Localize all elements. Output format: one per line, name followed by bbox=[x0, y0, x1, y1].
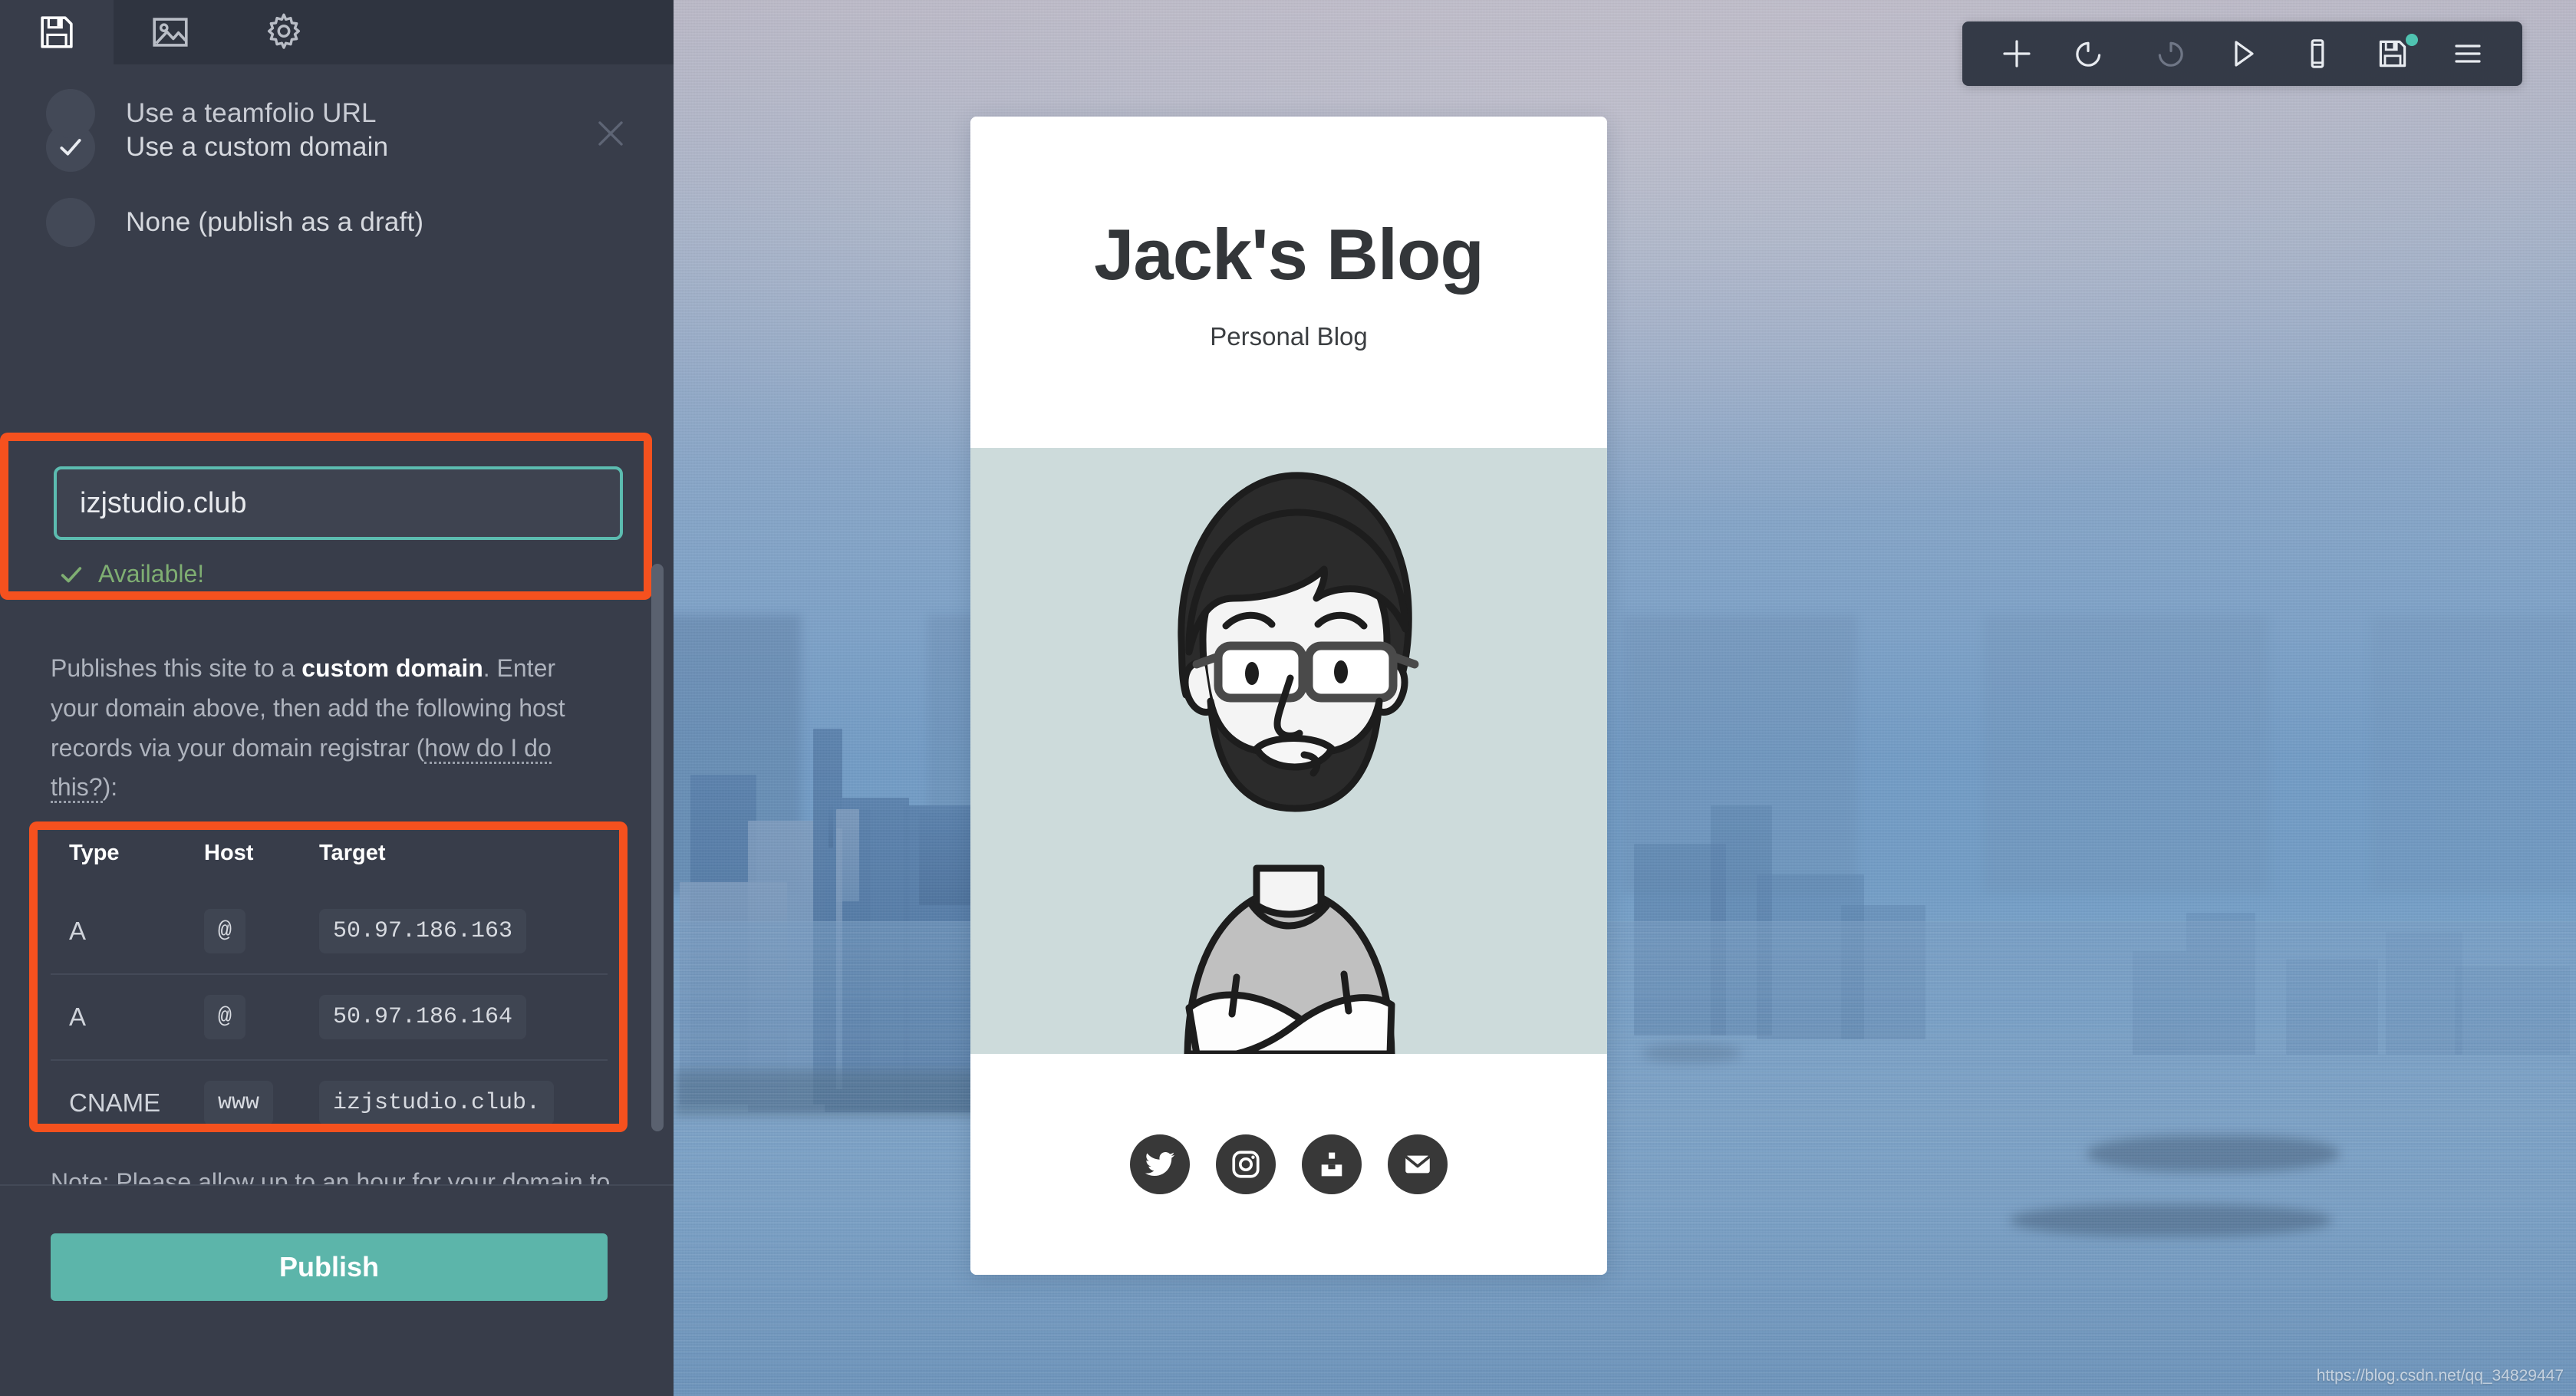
envelope-icon bbox=[1405, 1155, 1431, 1174]
panel-scroll-area: Use a teamfolio URL Use a custom domain … bbox=[0, 64, 674, 1184]
instagram-button[interactable] bbox=[1216, 1134, 1276, 1194]
hamburger-icon bbox=[2455, 44, 2481, 63]
option-teamfolio-url[interactable]: Use a teamfolio URL bbox=[0, 78, 674, 146]
plus-icon bbox=[2003, 40, 2031, 67]
option-none-draft[interactable]: None (publish as a draft) bbox=[0, 187, 674, 258]
upload-button[interactable] bbox=[1302, 1134, 1362, 1194]
twitter-button[interactable] bbox=[1130, 1134, 1190, 1194]
radio-teamfolio-url[interactable] bbox=[46, 89, 95, 138]
record-host-cell: @ bbox=[204, 973, 319, 1060]
record-target[interactable]: izjstudio.club. bbox=[319, 1081, 555, 1125]
undo-icon bbox=[2076, 41, 2101, 67]
availability-status: Available! bbox=[54, 560, 623, 588]
hero-illustration bbox=[970, 448, 1607, 1054]
save-button[interactable] bbox=[2355, 21, 2430, 86]
panel-tab-bar bbox=[0, 0, 674, 64]
floppy-disk-icon bbox=[41, 16, 73, 48]
site-preview-card[interactable]: Jack's Blog Personal Blog bbox=[970, 117, 1607, 1275]
image-icon bbox=[153, 18, 188, 47]
table-row: A @ 50.97.186.164 bbox=[51, 973, 608, 1060]
menu-button[interactable] bbox=[2430, 21, 2505, 86]
gear-icon bbox=[267, 13, 301, 49]
record-type: A bbox=[69, 917, 87, 945]
record-target-cell: 50.97.186.164 bbox=[319, 973, 608, 1060]
preview-button[interactable] bbox=[2205, 21, 2280, 86]
dns-records-table: Type Host Target A @ 50.97.186.163 A @ 5… bbox=[51, 841, 608, 1145]
watermark-url: https://blog.csdn.net/qq_34829447 bbox=[2316, 1367, 2564, 1384]
column-header-target: Target bbox=[319, 841, 386, 865]
device-preview-button[interactable] bbox=[2280, 21, 2355, 86]
record-type: CNAME bbox=[51, 1059, 204, 1145]
record-target-cell: 50.97.186.163 bbox=[319, 889, 608, 974]
close-panel-button[interactable] bbox=[591, 114, 631, 153]
desc-part1: Publishes this site to a bbox=[51, 654, 302, 682]
instagram-icon bbox=[1232, 1151, 1260, 1178]
close-icon bbox=[598, 121, 623, 146]
option-label: None (publish as a draft) bbox=[126, 207, 424, 237]
editor-toolbar bbox=[1962, 21, 2522, 86]
scrollbar-thumb[interactable] bbox=[651, 564, 664, 1131]
email-button[interactable] bbox=[1388, 1134, 1448, 1194]
redo-icon bbox=[2158, 41, 2183, 67]
publish-button[interactable]: Publish bbox=[51, 1233, 608, 1301]
record-target-cell: izjstudio.club. bbox=[319, 1059, 608, 1145]
column-header-type: Type bbox=[69, 841, 120, 865]
domain-field-group: Available! bbox=[54, 466, 623, 588]
social-links-row bbox=[970, 1054, 1607, 1275]
option-label: Use a teamfolio URL bbox=[126, 98, 377, 128]
record-host[interactable]: www bbox=[204, 1081, 274, 1125]
record-host[interactable]: @ bbox=[204, 909, 246, 953]
upload-box-icon bbox=[1321, 1152, 1342, 1177]
card-header: Jack's Blog Personal Blog bbox=[970, 117, 1607, 448]
tab-save[interactable] bbox=[0, 0, 114, 64]
desc-part3: ): bbox=[102, 773, 118, 802]
site-title: Jack's Blog bbox=[1094, 214, 1484, 295]
cartoon-avatar-icon bbox=[1178, 472, 1419, 1054]
record-target[interactable]: 50.97.186.164 bbox=[319, 995, 527, 1039]
publish-settings-panel: Use a teamfolio URL Use a custom domain … bbox=[0, 0, 674, 1396]
site-tagline: Personal Blog bbox=[1210, 322, 1368, 351]
desc-emphasis: custom domain bbox=[301, 654, 483, 682]
record-host[interactable]: @ bbox=[204, 995, 246, 1039]
twitter-icon bbox=[1145, 1151, 1175, 1177]
record-host-cell: @ bbox=[204, 889, 319, 974]
panel-scrollbar[interactable] bbox=[651, 564, 664, 1147]
mobile-icon bbox=[2311, 39, 2324, 68]
tab-image[interactable] bbox=[114, 0, 227, 64]
record-host-cell: www bbox=[204, 1059, 319, 1145]
record-target[interactable]: 50.97.186.163 bbox=[319, 909, 527, 953]
availability-text: Available! bbox=[98, 560, 205, 588]
tab-settings[interactable] bbox=[227, 0, 341, 64]
undo-button[interactable] bbox=[2054, 21, 2130, 86]
panel-description: Publishes this site to a custom domain. … bbox=[51, 649, 603, 808]
domain-input[interactable] bbox=[54, 466, 623, 540]
panel-note: Note: Please allow up to an hour for you… bbox=[51, 1163, 611, 1184]
radio-none-draft[interactable] bbox=[46, 198, 95, 247]
check-icon bbox=[61, 566, 82, 582]
table-header-row: Type Host Target bbox=[51, 841, 608, 889]
table-row: A @ 50.97.186.163 bbox=[51, 889, 608, 974]
note-part1: Note: Please allow up to an hour for you… bbox=[51, 1168, 611, 1184]
column-header-host: Host bbox=[204, 841, 254, 865]
unsaved-changes-badge bbox=[2406, 34, 2418, 46]
table-row: CNAME www izjstudio.club. bbox=[51, 1059, 608, 1145]
redo-button[interactable] bbox=[2130, 21, 2205, 86]
record-type: A bbox=[51, 973, 204, 1060]
play-icon bbox=[2235, 41, 2254, 67]
panel-divider bbox=[0, 1184, 674, 1186]
add-button[interactable] bbox=[1979, 21, 2054, 86]
